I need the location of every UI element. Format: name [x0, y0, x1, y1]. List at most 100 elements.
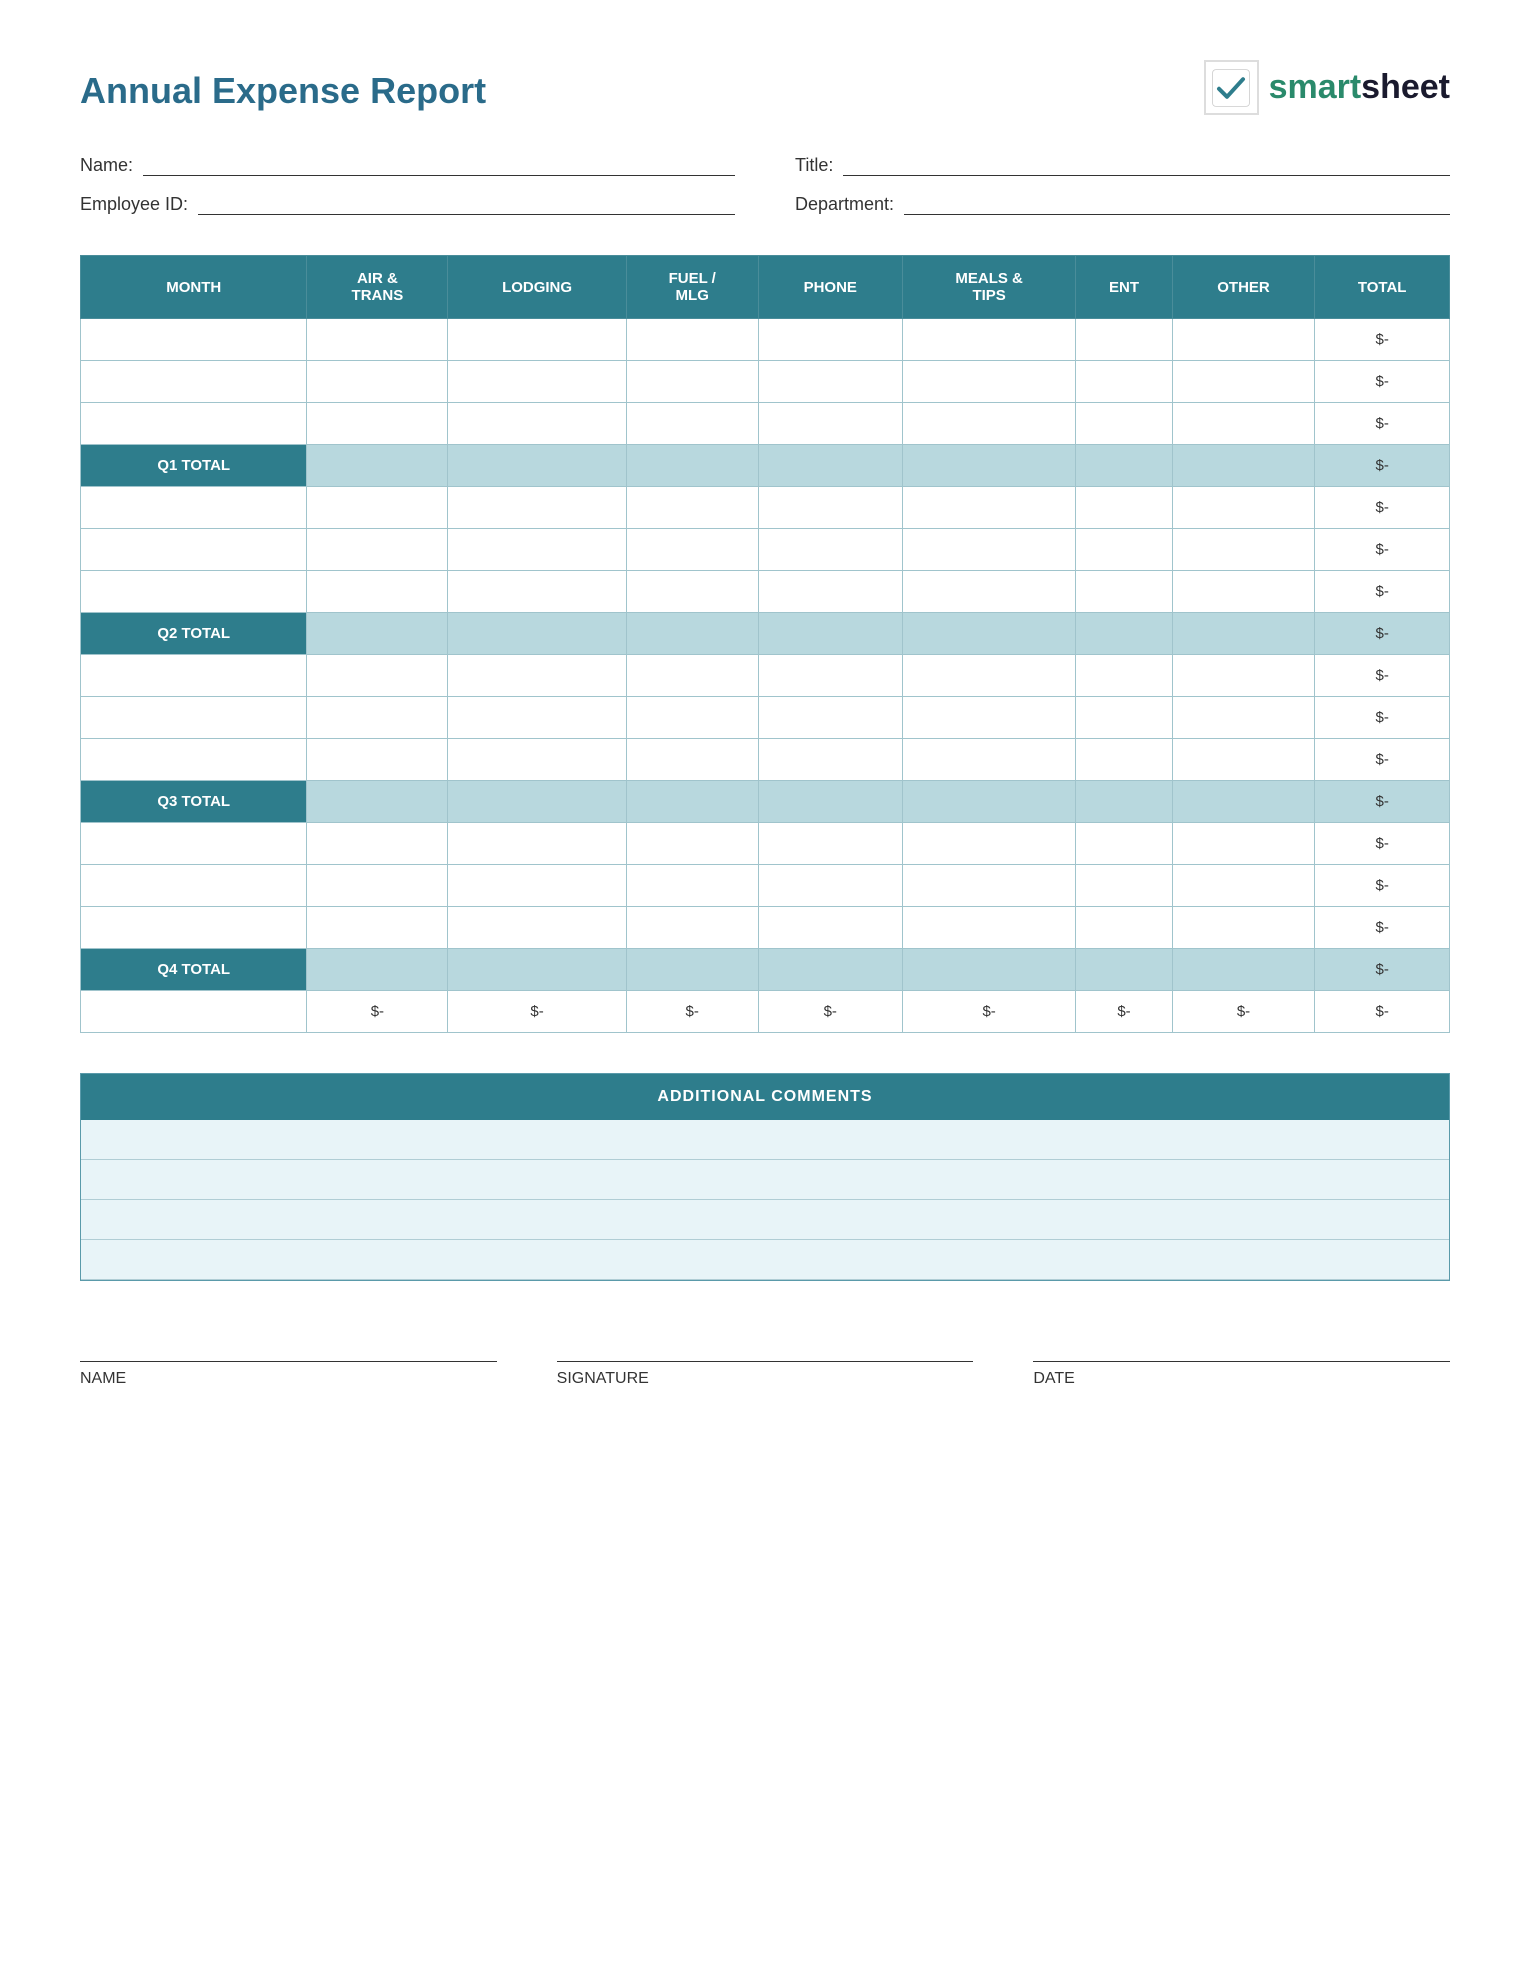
- cell-fuel-mlg[interactable]: [626, 697, 758, 739]
- cell-lodging[interactable]: [448, 487, 627, 529]
- cell-air-trans[interactable]: [307, 319, 448, 361]
- name-field[interactable]: Name:: [80, 155, 735, 176]
- cell-ent[interactable]: [1076, 571, 1172, 613]
- title-field[interactable]: Title:: [795, 155, 1450, 176]
- cell-lodging[interactable]: [448, 823, 627, 865]
- cell-lodging[interactable]: [448, 907, 627, 949]
- cell-phone[interactable]: [758, 655, 902, 697]
- cell-air-trans[interactable]: [307, 781, 448, 823]
- cell-phone[interactable]: [758, 571, 902, 613]
- cell-air-trans[interactable]: [307, 697, 448, 739]
- cell-lodging[interactable]: [448, 865, 627, 907]
- department-field[interactable]: Department:: [795, 194, 1450, 215]
- cell-lodging[interactable]: [448, 445, 627, 487]
- cell-phone[interactable]: [758, 445, 902, 487]
- cell-meals-tips[interactable]: [902, 487, 1075, 529]
- cell-other[interactable]: [1172, 445, 1315, 487]
- cell-other[interactable]: [1172, 655, 1315, 697]
- cell-fuel-mlg[interactable]: [626, 949, 758, 991]
- cell-ent[interactable]: [1076, 655, 1172, 697]
- cell-meals-tips[interactable]: [902, 445, 1075, 487]
- cell-lodging[interactable]: [448, 655, 627, 697]
- cell-air-trans[interactable]: [307, 865, 448, 907]
- cell-meals-tips[interactable]: [902, 823, 1075, 865]
- cell-lodging[interactable]: [448, 613, 627, 655]
- cell-phone[interactable]: [758, 361, 902, 403]
- cell-fuel-mlg[interactable]: [626, 487, 758, 529]
- cell-fuel-mlg[interactable]: [626, 613, 758, 655]
- cell-other[interactable]: [1172, 361, 1315, 403]
- cell-meals-tips[interactable]: [902, 697, 1075, 739]
- cell-meals-tips[interactable]: [902, 655, 1075, 697]
- cell-meals-tips[interactable]: [902, 613, 1075, 655]
- cell-air-trans[interactable]: [307, 529, 448, 571]
- cell-air-trans[interactable]: [307, 823, 448, 865]
- cell-fuel-mlg[interactable]: [626, 361, 758, 403]
- cell-meals-tips[interactable]: [902, 781, 1075, 823]
- cell-lodging[interactable]: [448, 697, 627, 739]
- cell-ent[interactable]: [1076, 487, 1172, 529]
- cell-phone[interactable]: [758, 949, 902, 991]
- cell-lodging[interactable]: [448, 403, 627, 445]
- cell-other[interactable]: [1172, 319, 1315, 361]
- cell-ent[interactable]: [1076, 529, 1172, 571]
- cell-meals-tips[interactable]: [902, 319, 1075, 361]
- cell-lodging[interactable]: [448, 319, 627, 361]
- cell-phone[interactable]: [758, 781, 902, 823]
- cell-fuel-mlg[interactable]: [626, 403, 758, 445]
- cell-meals-tips[interactable]: [902, 571, 1075, 613]
- cell-fuel-mlg[interactable]: [626, 865, 758, 907]
- cell-air-trans[interactable]: [307, 487, 448, 529]
- cell-fuel-mlg[interactable]: [626, 907, 758, 949]
- cell-air-trans[interactable]: [307, 907, 448, 949]
- cell-phone[interactable]: [758, 739, 902, 781]
- cell-ent[interactable]: [1076, 949, 1172, 991]
- cell-lodging[interactable]: [448, 529, 627, 571]
- cell-meals-tips[interactable]: [902, 865, 1075, 907]
- cell-phone[interactable]: [758, 487, 902, 529]
- cell-lodging[interactable]: [448, 571, 627, 613]
- cell-other[interactable]: [1172, 697, 1315, 739]
- cell-phone[interactable]: [758, 823, 902, 865]
- cell-lodging[interactable]: [448, 781, 627, 823]
- cell-other[interactable]: [1172, 403, 1315, 445]
- sig-date-field[interactable]: DATE: [1033, 1361, 1450, 1388]
- cell-fuel-mlg[interactable]: [626, 739, 758, 781]
- cell-ent[interactable]: [1076, 445, 1172, 487]
- cell-ent[interactable]: [1076, 319, 1172, 361]
- cell-ent[interactable]: [1076, 907, 1172, 949]
- cell-other[interactable]: [1172, 529, 1315, 571]
- cell-other[interactable]: [1172, 739, 1315, 781]
- cell-other[interactable]: [1172, 823, 1315, 865]
- cell-fuel-mlg[interactable]: [626, 445, 758, 487]
- cell-meals-tips[interactable]: [902, 529, 1075, 571]
- comments-body[interactable]: [81, 1120, 1449, 1280]
- cell-meals-tips[interactable]: [902, 361, 1075, 403]
- cell-other[interactable]: [1172, 487, 1315, 529]
- cell-air-trans[interactable]: [307, 403, 448, 445]
- cell-air-trans[interactable]: [307, 949, 448, 991]
- cell-phone[interactable]: [758, 529, 902, 571]
- cell-phone[interactable]: [758, 907, 902, 949]
- cell-meals-tips[interactable]: [902, 739, 1075, 781]
- cell-ent[interactable]: [1076, 361, 1172, 403]
- cell-phone[interactable]: [758, 865, 902, 907]
- cell-air-trans[interactable]: [307, 739, 448, 781]
- cell-ent[interactable]: [1076, 613, 1172, 655]
- cell-phone[interactable]: [758, 613, 902, 655]
- cell-fuel-mlg[interactable]: [626, 823, 758, 865]
- cell-air-trans[interactable]: [307, 361, 448, 403]
- cell-other[interactable]: [1172, 907, 1315, 949]
- cell-meals-tips[interactable]: [902, 949, 1075, 991]
- cell-ent[interactable]: [1076, 697, 1172, 739]
- cell-air-trans[interactable]: [307, 445, 448, 487]
- cell-lodging[interactable]: [448, 739, 627, 781]
- cell-other[interactable]: [1172, 613, 1315, 655]
- cell-other[interactable]: [1172, 571, 1315, 613]
- cell-air-trans[interactable]: [307, 655, 448, 697]
- cell-meals-tips[interactable]: [902, 907, 1075, 949]
- cell-other[interactable]: [1172, 949, 1315, 991]
- cell-ent[interactable]: [1076, 865, 1172, 907]
- employee-id-field[interactable]: Employee ID:: [80, 194, 735, 215]
- cell-fuel-mlg[interactable]: [626, 781, 758, 823]
